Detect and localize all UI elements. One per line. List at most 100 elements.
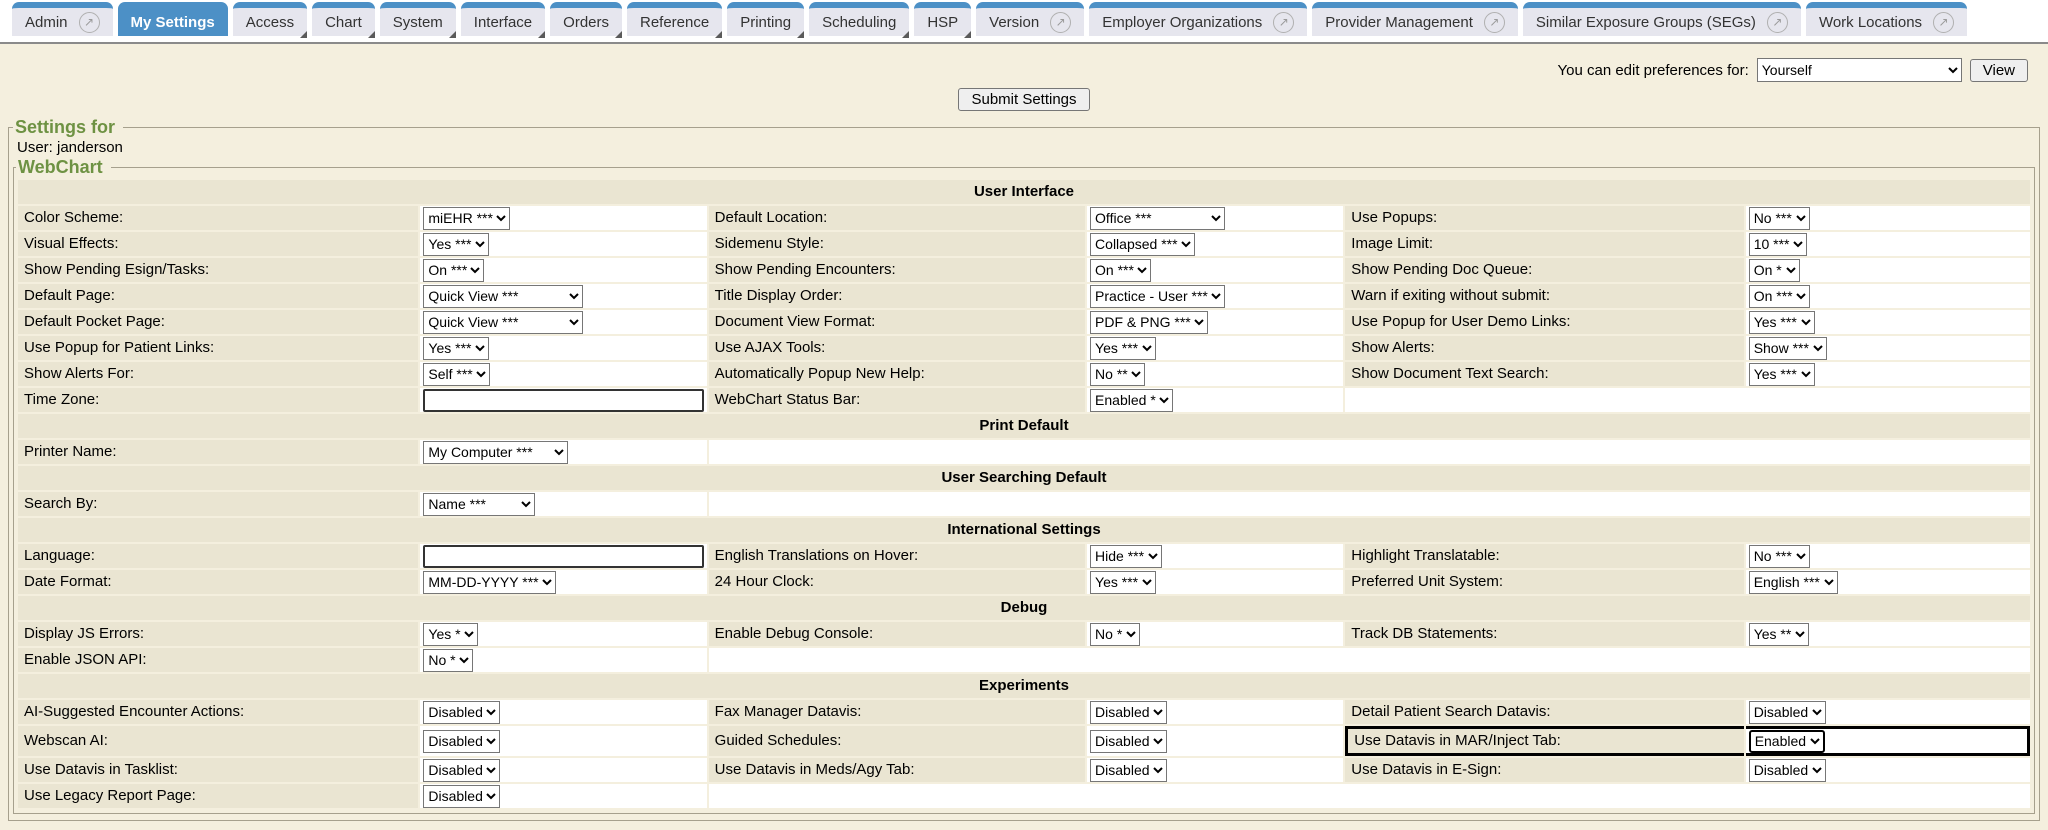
- title-display-order-select[interactable]: Practice - User ***: [1090, 285, 1225, 308]
- webchart-status-bar-cell: Enabled *: [1087, 388, 1343, 412]
- track-db-statements-label: Track DB Statements:: [1345, 622, 1743, 646]
- open-new-window-icon[interactable]: ↗: [1050, 12, 1071, 33]
- tab-orders[interactable]: Orders: [550, 2, 622, 36]
- use-popups-select[interactable]: No ***: [1749, 207, 1810, 230]
- default-page-select[interactable]: Quick View ***: [423, 285, 583, 308]
- tab-my-settings[interactable]: My Settings: [118, 2, 228, 36]
- tab-hsp[interactable]: HSP: [914, 2, 971, 36]
- highlight-translatable-cell: No ***: [1746, 544, 2030, 568]
- tab-interface[interactable]: Interface: [461, 2, 545, 36]
- english-translations-on-hover-cell: Hide ***: [1087, 544, 1343, 568]
- highlight-translatable-select[interactable]: No ***: [1749, 545, 1810, 568]
- guided-schedules-select[interactable]: Disabled: [1090, 730, 1167, 753]
- show-pending-encounters-select[interactable]: On ***: [1090, 259, 1151, 282]
- empty-cell: [709, 784, 2030, 808]
- track-db-statements-select[interactable]: Yes **: [1749, 623, 1809, 646]
- show-alerts-select[interactable]: Show ***: [1749, 337, 1827, 360]
- default-page-label: Default Page:: [18, 284, 418, 308]
- empty-cell: [1345, 388, 2030, 412]
- tab-chart[interactable]: Chart: [312, 2, 375, 36]
- use-datavis-in-tasklist-select[interactable]: Disabled: [423, 759, 500, 782]
- fax-manager-datavis-select[interactable]: Disabled: [1090, 701, 1167, 724]
- tab-version[interactable]: Version↗: [976, 2, 1084, 36]
- tab-reference[interactable]: Reference: [627, 2, 722, 36]
- tab-employer-organizations[interactable]: Employer Organizations↗: [1089, 2, 1307, 36]
- default-location-select[interactable]: Office ***: [1090, 207, 1225, 230]
- display-js-errors-select[interactable]: Yes *: [423, 623, 478, 646]
- tab-scheduling[interactable]: Scheduling: [809, 2, 909, 36]
- dropdown-corner-icon: [300, 31, 307, 38]
- tab-provider-management[interactable]: Provider Management↗: [1312, 2, 1518, 36]
- use-datavis-in-mar-inject-tab-select[interactable]: Enabled: [1749, 730, 1825, 753]
- view-button[interactable]: View: [1970, 59, 2028, 82]
- open-new-window-icon[interactable]: ↗: [79, 12, 100, 33]
- tab-similar-exposure-groups-segs[interactable]: Similar Exposure Groups (SEGs)↗: [1523, 2, 1801, 36]
- tab-bar: Admin ↗ My Settings Access ChartSystemInterf…: [0, 0, 2048, 44]
- webchart-status-bar-label: WebChart Status Bar:: [709, 388, 1085, 412]
- use-datavis-in-e-sign-select[interactable]: Disabled: [1749, 759, 1826, 782]
- tab-admin[interactable]: Admin ↗: [12, 2, 113, 36]
- show-pending-esign-tasks-select[interactable]: On ***: [423, 259, 484, 282]
- tab-system[interactable]: System: [380, 2, 456, 36]
- ai-suggested-encounter-actions-select[interactable]: Disabled: [423, 701, 500, 724]
- use-legacy-report-page-select[interactable]: Disabled: [423, 785, 500, 808]
- color-scheme-select[interactable]: miEHR ***: [423, 207, 510, 230]
- show-alerts-for-select[interactable]: Self ***: [423, 363, 490, 386]
- date-format-select[interactable]: MM-DD-YYYY ***: [423, 571, 556, 594]
- default-page-cell: Quick View ***: [420, 284, 706, 308]
- show-document-text-search-select[interactable]: Yes ***: [1749, 363, 1815, 386]
- dropdown-corner-icon: [797, 31, 804, 38]
- image-limit-label: Image Limit:: [1345, 232, 1743, 256]
- language-input[interactable]: [423, 545, 703, 568]
- warn-if-exiting-without-submit-select[interactable]: On ***: [1749, 285, 1810, 308]
- visual-effects-cell: Yes ***: [420, 232, 706, 256]
- open-new-window-icon[interactable]: ↗: [1273, 12, 1294, 33]
- tab-work-locations[interactable]: Work Locations ↗: [1806, 2, 1967, 36]
- show-document-text-search-cell: Yes ***: [1746, 362, 2030, 386]
- color-scheme-label: Color Scheme:: [18, 206, 418, 230]
- use-popup-for-user-demo-links-select[interactable]: Yes ***: [1749, 311, 1815, 334]
- use-datavis-in-meds-agy-tab-select[interactable]: Disabled: [1090, 759, 1167, 782]
- default-pocket-page-select[interactable]: Quick View ***: [423, 311, 583, 334]
- sidemenu-style-select[interactable]: Collapsed ***: [1090, 233, 1195, 256]
- open-new-window-icon[interactable]: ↗: [1484, 12, 1505, 33]
- preferred-unit-system-select[interactable]: English ***: [1749, 571, 1838, 594]
- image-limit-select[interactable]: 10 ***: [1749, 233, 1807, 256]
- preferences-user-select[interactable]: Yourself: [1757, 58, 1962, 82]
- 24-hour-clock-select[interactable]: Yes ***: [1090, 571, 1156, 594]
- detail-patient-search-datavis-select[interactable]: Disabled: [1749, 701, 1826, 724]
- dropdown-corner-icon: [964, 31, 971, 38]
- enable-json-api-select[interactable]: No *: [423, 649, 473, 672]
- document-view-format-select[interactable]: PDF & PNG ***: [1090, 311, 1208, 334]
- settings-for-fieldset: Settings for User: janderson WebChart Us…: [8, 117, 2040, 821]
- automatically-popup-new-help-select[interactable]: No **: [1090, 363, 1145, 386]
- use-popup-for-patient-links-select[interactable]: Yes ***: [423, 337, 489, 360]
- language-label: Language:: [18, 544, 418, 568]
- webchart-status-bar-select[interactable]: Enabled *: [1090, 389, 1173, 412]
- visual-effects-select[interactable]: Yes ***: [423, 233, 489, 256]
- use-ajax-tools-select[interactable]: Yes ***: [1090, 337, 1156, 360]
- search-by-select[interactable]: Name ***: [423, 493, 535, 516]
- show-pending-doc-queue-select[interactable]: On *: [1749, 259, 1800, 282]
- printer-name-select[interactable]: My Computer ***: [423, 441, 568, 464]
- section-header-print-default: Print Default: [18, 414, 2030, 438]
- table-row: Use Legacy Report Page:Disabled: [18, 784, 2030, 808]
- table-row: Search By:Name ***: [18, 492, 2030, 516]
- english-translations-on-hover-select[interactable]: Hide ***: [1090, 545, 1162, 568]
- submit-settings-button[interactable]: Submit Settings: [958, 88, 1089, 111]
- webscan-ai-select[interactable]: Disabled: [423, 730, 500, 753]
- open-new-window-icon[interactable]: ↗: [1767, 12, 1788, 33]
- enable-debug-console-select[interactable]: No *: [1090, 623, 1140, 646]
- 24-hour-clock-label: 24 Hour Clock:: [709, 570, 1085, 594]
- tab-printing[interactable]: Printing: [727, 2, 804, 36]
- open-new-window-icon[interactable]: ↗: [1933, 12, 1954, 33]
- section-header-debug: Debug: [18, 596, 2030, 620]
- submit-row: Submit Settings: [0, 88, 2048, 111]
- tab-label: Admin: [25, 14, 68, 31]
- tab-access[interactable]: Access: [233, 2, 307, 36]
- tab-label: Access: [246, 14, 294, 31]
- tab-label: Scheduling: [822, 14, 896, 31]
- tab-label: Work Locations: [1819, 14, 1922, 31]
- time-zone-input[interactable]: [423, 389, 703, 412]
- automatically-popup-new-help-cell: No **: [1087, 362, 1343, 386]
